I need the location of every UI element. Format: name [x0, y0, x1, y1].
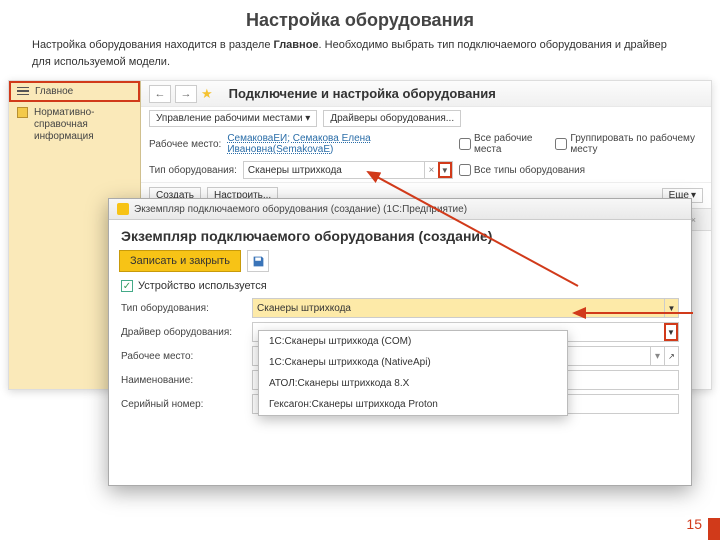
field-type-value: Сканеры штрихкода — [257, 303, 351, 314]
page-accent — [708, 518, 720, 540]
chevron-down-icon[interactable]: ▼ — [664, 299, 678, 317]
chk-group-workplace[interactable]: Группировать по рабочему месту — [555, 133, 703, 155]
chevron-down-icon[interactable]: ▼ — [664, 323, 678, 341]
driver-option[interactable]: АТОЛ:Сканеры штрихкода 8.X — [259, 373, 567, 394]
equip-type-field[interactable]: Сканеры штрихкода × ▼ — [243, 161, 453, 179]
chk-all-workplaces[interactable]: Все рабочие места — [459, 133, 549, 155]
dialog-titlebar: Экземпляр подключаемого оборудования (со… — [109, 199, 691, 220]
open-icon[interactable]: ▾ — [650, 347, 664, 365]
desc-a: Настройка оборудования находится в разде… — [32, 39, 274, 51]
save-icon-button[interactable] — [247, 250, 269, 272]
book-icon — [17, 107, 28, 118]
label-type: Тип оборудования: — [121, 303, 246, 314]
app-icon — [117, 203, 129, 215]
expand-icon[interactable]: ↗ — [664, 347, 678, 365]
dialog-heading: Экземпляр подключаемого оборудования (со… — [109, 220, 691, 248]
toolbar-nav: ← → ★ Подключение и настройка оборудован… — [141, 81, 711, 107]
chk-device-used[interactable]: ✓ Устройство используется — [109, 278, 691, 296]
sidebar-item-main[interactable]: Главное — [9, 81, 140, 102]
equip-type-value: Сканеры штрихкода — [248, 165, 342, 176]
desc-bold: Главное — [274, 39, 319, 51]
checkmark-icon: ✓ — [121, 280, 133, 292]
label-serial: Серийный номер: — [121, 399, 246, 410]
label-workplace: Рабочее место: — [149, 139, 221, 150]
drivers-button[interactable]: Драйверы оборудования... — [323, 110, 461, 127]
manage-workplaces-button[interactable]: Управление рабочими местами ▾ — [149, 110, 317, 127]
workplace-link[interactable]: СемаковаЕИ; Семакова Елена Ивановна(Sema… — [227, 133, 447, 155]
sidebar-item-label: Главное — [35, 86, 73, 97]
back-button[interactable]: ← — [149, 85, 171, 103]
chevron-down-icon[interactable]: ▼ — [438, 162, 452, 178]
driver-option[interactable]: 1С:Сканеры штрихкода (NativeApi) — [259, 352, 567, 373]
label-workplace: Рабочее место: — [121, 351, 246, 362]
slide-description: Настройка оборудования находится в разде… — [0, 37, 720, 80]
clear-icon[interactable]: × — [424, 162, 438, 178]
label-name: Наименование: — [121, 375, 246, 386]
driver-option[interactable]: 1С:Сканеры штрихкода (COM) — [259, 331, 567, 352]
floppy-icon — [252, 255, 265, 268]
driver-option[interactable]: Гексагон:Сканеры штрихкода Proton — [259, 394, 567, 415]
star-icon: ★ — [201, 86, 213, 102]
label-equip-type: Тип оборудования: — [149, 165, 237, 176]
save-close-button[interactable]: Записать и закрыть — [119, 250, 241, 272]
page-number: 15 — [686, 516, 702, 532]
burger-icon — [17, 87, 29, 97]
dialog-titlebar-text: Экземпляр подключаемого оборудования (со… — [134, 204, 467, 215]
page-title: Подключение и настройка оборудования — [229, 86, 496, 101]
chk-device-used-label: Устройство используется — [138, 280, 267, 292]
chk-all-types[interactable]: Все типы оборудования — [459, 164, 585, 176]
forward-button[interactable]: → — [175, 85, 197, 103]
driver-dropdown: 1С:Сканеры штрихкода (COM) 1С:Сканеры шт… — [258, 330, 568, 416]
sidebar-item-nsi[interactable]: Нормативно-справочная информация — [9, 102, 140, 148]
label-driver: Драйвер оборудования: — [121, 327, 246, 338]
slide-title: Настройка оборудования — [0, 0, 720, 37]
sidebar-item-label: Нормативно-справочная информация — [34, 107, 132, 143]
field-type[interactable]: Сканеры штрихкода ▼ — [252, 298, 679, 318]
